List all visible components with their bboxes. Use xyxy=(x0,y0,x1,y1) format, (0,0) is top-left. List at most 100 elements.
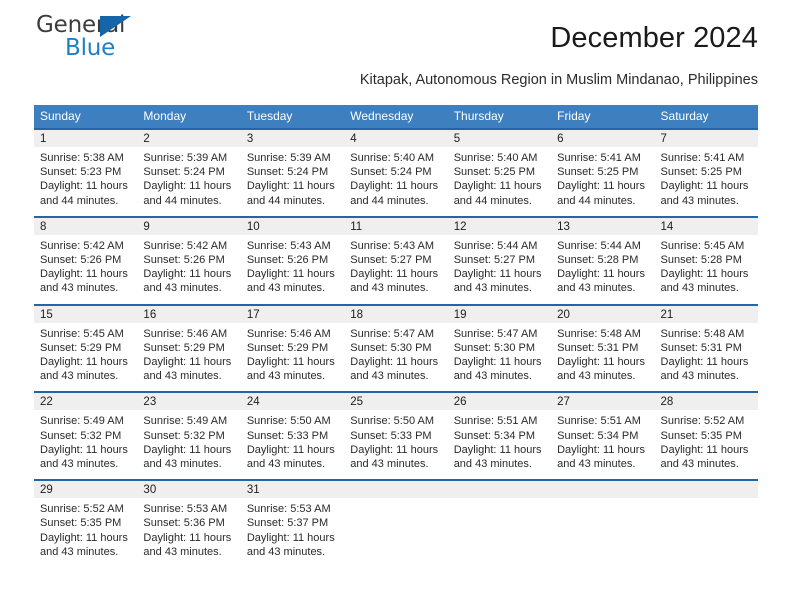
daylight-line2: and 43 minutes. xyxy=(143,545,222,558)
day-cell[interactable]: 21 Sunrise: 5:48 AM Sunset: 5:31 PM Dayl… xyxy=(654,305,758,392)
day-number: 26 xyxy=(447,393,552,411)
sunrise-text: Sunrise: 5:50 AM xyxy=(246,415,331,428)
sunset-text: Sunset: 5:30 PM xyxy=(350,341,432,354)
daylight-line2: and 43 minutes. xyxy=(143,370,222,383)
day-cell[interactable]: 30 Sunrise: 5:53 AM Sunset: 5:36 PM Dayl… xyxy=(137,481,241,567)
day-cell[interactable]: 17 Sunrise: 5:46 AM Sunset: 5:29 PM Dayl… xyxy=(240,305,345,392)
daylight-line1: Daylight: 11 hours xyxy=(350,180,439,193)
day-cell[interactable]: 18 Sunrise: 5:47 AM Sunset: 5:30 PM Dayl… xyxy=(344,305,448,392)
daylight-line2: and 43 minutes. xyxy=(453,370,532,383)
day-details: Sunrise: 5:52 AM Sunset: 5:35 PM Dayligh… xyxy=(34,498,137,559)
day-cell[interactable]: 7 Sunrise: 5:41 AM Sunset: 5:25 PM Dayli… xyxy=(654,130,758,216)
daylight-line2: and 43 minutes. xyxy=(660,370,739,383)
day-number: 19 xyxy=(447,305,552,323)
day-cell[interactable]: 26 Sunrise: 5:51 AM Sunset: 5:34 PM Dayl… xyxy=(447,393,552,479)
sunset-text: Sunset: 5:26 PM xyxy=(143,254,225,267)
sunset-text: Sunset: 5:25 PM xyxy=(557,166,639,179)
daylight-line2: and 43 minutes. xyxy=(350,458,429,471)
sunrise-text: Sunrise: 5:39 AM xyxy=(246,152,331,164)
day-cell[interactable]: 8 Sunrise: 5:42 AM Sunset: 5:26 PM Dayli… xyxy=(34,217,138,304)
daylight-line2: and 44 minutes. xyxy=(453,194,532,207)
day-cell[interactable]: 13 Sunrise: 5:44 AM Sunset: 5:28 PM Dayl… xyxy=(551,217,655,304)
sunrise-text: Sunrise: 5:46 AM xyxy=(246,327,331,340)
day-number: 12 xyxy=(447,217,552,235)
daylight-line1: Daylight: 11 hours xyxy=(557,356,645,369)
sunrise-text: Sunrise: 5:45 AM xyxy=(660,239,745,252)
day-cell[interactable]: 27 Sunrise: 5:51 AM Sunset: 5:34 PM Dayl… xyxy=(551,393,655,479)
daylight-line1: Daylight: 11 hours xyxy=(350,268,439,281)
sunset-text: Sunset: 5:24 PM xyxy=(143,166,225,179)
sunrise-text: Sunrise: 5:44 AM xyxy=(557,239,641,252)
calendar-week-row: 8 Sunrise: 5:42 AM Sunset: 5:26 PM Dayli… xyxy=(34,215,758,304)
day-cell[interactable]: 29 Sunrise: 5:52 AM Sunset: 5:35 PM Dayl… xyxy=(34,481,138,567)
general-blue-logo[interactable]: General Blue xyxy=(36,12,186,64)
day-cell[interactable]: 19 Sunrise: 5:47 AM Sunset: 5:30 PM Dayl… xyxy=(447,305,552,392)
sunrise-text: Sunrise: 5:41 AM xyxy=(557,152,641,164)
daylight-line1: Daylight: 11 hours xyxy=(143,268,232,281)
calendar-week-row: 15 Sunrise: 5:45 AM Sunset: 5:29 PM Dayl… xyxy=(34,303,758,392)
day-cell[interactable]: 11 Sunrise: 5:43 AM Sunset: 5:27 PM Dayl… xyxy=(344,217,448,304)
day-details: Sunrise: 5:44 AM Sunset: 5:27 PM Dayligh… xyxy=(448,235,551,296)
weekday-header-row: Sunday Monday Tuesday Wednesday Thursday… xyxy=(34,105,758,128)
day-number: 18 xyxy=(344,305,448,323)
daylight-line1: Daylight: 11 hours xyxy=(557,180,645,193)
day-cell[interactable]: 28 Sunrise: 5:52 AM Sunset: 5:35 PM Dayl… xyxy=(654,393,758,479)
day-number: 5 xyxy=(447,130,552,147)
day-cell[interactable]: 16 Sunrise: 5:46 AM Sunset: 5:29 PM Dayl… xyxy=(137,305,241,392)
day-details: Sunrise: 5:49 AM Sunset: 5:32 PM Dayligh… xyxy=(34,410,137,471)
sunset-text: Sunset: 5:34 PM xyxy=(453,429,536,442)
daylight-line1: Daylight: 11 hours xyxy=(143,531,232,544)
day-cell[interactable]: 23 Sunrise: 5:49 AM Sunset: 5:32 PM Dayl… xyxy=(137,393,241,479)
day-cell[interactable]: 5 Sunrise: 5:40 AM Sunset: 5:25 PM Dayli… xyxy=(447,130,552,216)
daylight-line1: Daylight: 11 hours xyxy=(143,443,232,456)
day-cell[interactable]: 2 Sunrise: 5:39 AM Sunset: 5:24 PM Dayli… xyxy=(137,130,241,216)
sunset-text: Sunset: 5:27 PM xyxy=(453,254,536,267)
day-cell[interactable]: 3 Sunrise: 5:39 AM Sunset: 5:24 PM Dayli… xyxy=(240,130,345,216)
day-cell[interactable]: 12 Sunrise: 5:44 AM Sunset: 5:27 PM Dayl… xyxy=(447,217,552,304)
day-details: Sunrise: 5:46 AM Sunset: 5:29 PM Dayligh… xyxy=(241,323,344,384)
sunset-text: Sunset: 5:35 PM xyxy=(40,517,122,530)
day-number: 30 xyxy=(137,481,241,499)
daylight-line1: Daylight: 11 hours xyxy=(40,268,128,281)
daylight-line2: and 43 minutes. xyxy=(350,370,429,383)
day-cell[interactable]: 1 Sunrise: 5:38 AM Sunset: 5:23 PM Dayli… xyxy=(34,130,138,216)
day-number: 20 xyxy=(551,305,655,323)
day-cell[interactable]: 4 Sunrise: 5:40 AM Sunset: 5:24 PM Dayli… xyxy=(344,130,448,216)
sunrise-text: Sunrise: 5:42 AM xyxy=(143,239,228,252)
day-cell-empty xyxy=(654,481,758,567)
day-number: 11 xyxy=(344,217,448,235)
sunset-text: Sunset: 5:24 PM xyxy=(246,166,329,179)
sunrise-text: Sunrise: 5:44 AM xyxy=(453,239,538,252)
day-number: 1 xyxy=(34,130,138,147)
day-number: 31 xyxy=(240,481,345,499)
day-cell[interactable]: 6 Sunrise: 5:41 AM Sunset: 5:25 PM Dayli… xyxy=(551,130,655,216)
day-details: Sunrise: 5:43 AM Sunset: 5:27 PM Dayligh… xyxy=(344,235,447,296)
day-number: 22 xyxy=(34,393,138,411)
day-cell[interactable]: 22 Sunrise: 5:49 AM Sunset: 5:32 PM Dayl… xyxy=(34,393,138,479)
day-details: Sunrise: 5:43 AM Sunset: 5:26 PM Dayligh… xyxy=(241,235,344,296)
calendar-page: General Blue December 2024 Kitapak, Auto… xyxy=(0,0,792,612)
daylight-line2: and 43 minutes. xyxy=(557,282,636,295)
weekday-header-sunday: Sunday xyxy=(40,109,81,123)
sunrise-text: Sunrise: 5:51 AM xyxy=(453,415,538,428)
day-number: 8 xyxy=(34,217,138,235)
sunrise-text: Sunrise: 5:47 AM xyxy=(350,327,435,340)
day-cell[interactable]: 9 Sunrise: 5:42 AM Sunset: 5:26 PM Dayli… xyxy=(137,217,241,304)
day-cell[interactable]: 24 Sunrise: 5:50 AM Sunset: 5:33 PM Dayl… xyxy=(240,393,345,479)
sunrise-text: Sunrise: 5:49 AM xyxy=(143,415,228,428)
day-cell[interactable]: 10 Sunrise: 5:43 AM Sunset: 5:26 PM Dayl… xyxy=(240,217,345,304)
day-cell[interactable]: 20 Sunrise: 5:48 AM Sunset: 5:31 PM Dayl… xyxy=(551,305,655,392)
day-details: Sunrise: 5:40 AM Sunset: 5:24 PM Dayligh… xyxy=(344,147,447,208)
sunrise-text: Sunrise: 5:45 AM xyxy=(40,327,124,340)
day-cell[interactable]: 25 Sunrise: 5:50 AM Sunset: 5:33 PM Dayl… xyxy=(344,393,448,479)
daylight-line2: and 43 minutes. xyxy=(453,282,532,295)
day-cell[interactable]: 14 Sunrise: 5:45 AM Sunset: 5:28 PM Dayl… xyxy=(654,217,758,304)
day-cell[interactable]: 31 Sunrise: 5:53 AM Sunset: 5:37 PM Dayl… xyxy=(240,481,345,567)
daylight-line1: Daylight: 11 hours xyxy=(350,356,439,369)
day-number: 23 xyxy=(137,393,241,411)
sunset-text: Sunset: 5:29 PM xyxy=(143,341,225,354)
daylight-line2: and 43 minutes. xyxy=(40,370,119,383)
day-details: Sunrise: 5:50 AM Sunset: 5:33 PM Dayligh… xyxy=(241,410,344,471)
day-cell[interactable]: 15 Sunrise: 5:45 AM Sunset: 5:29 PM Dayl… xyxy=(34,305,138,392)
daylight-line1: Daylight: 11 hours xyxy=(453,180,542,193)
